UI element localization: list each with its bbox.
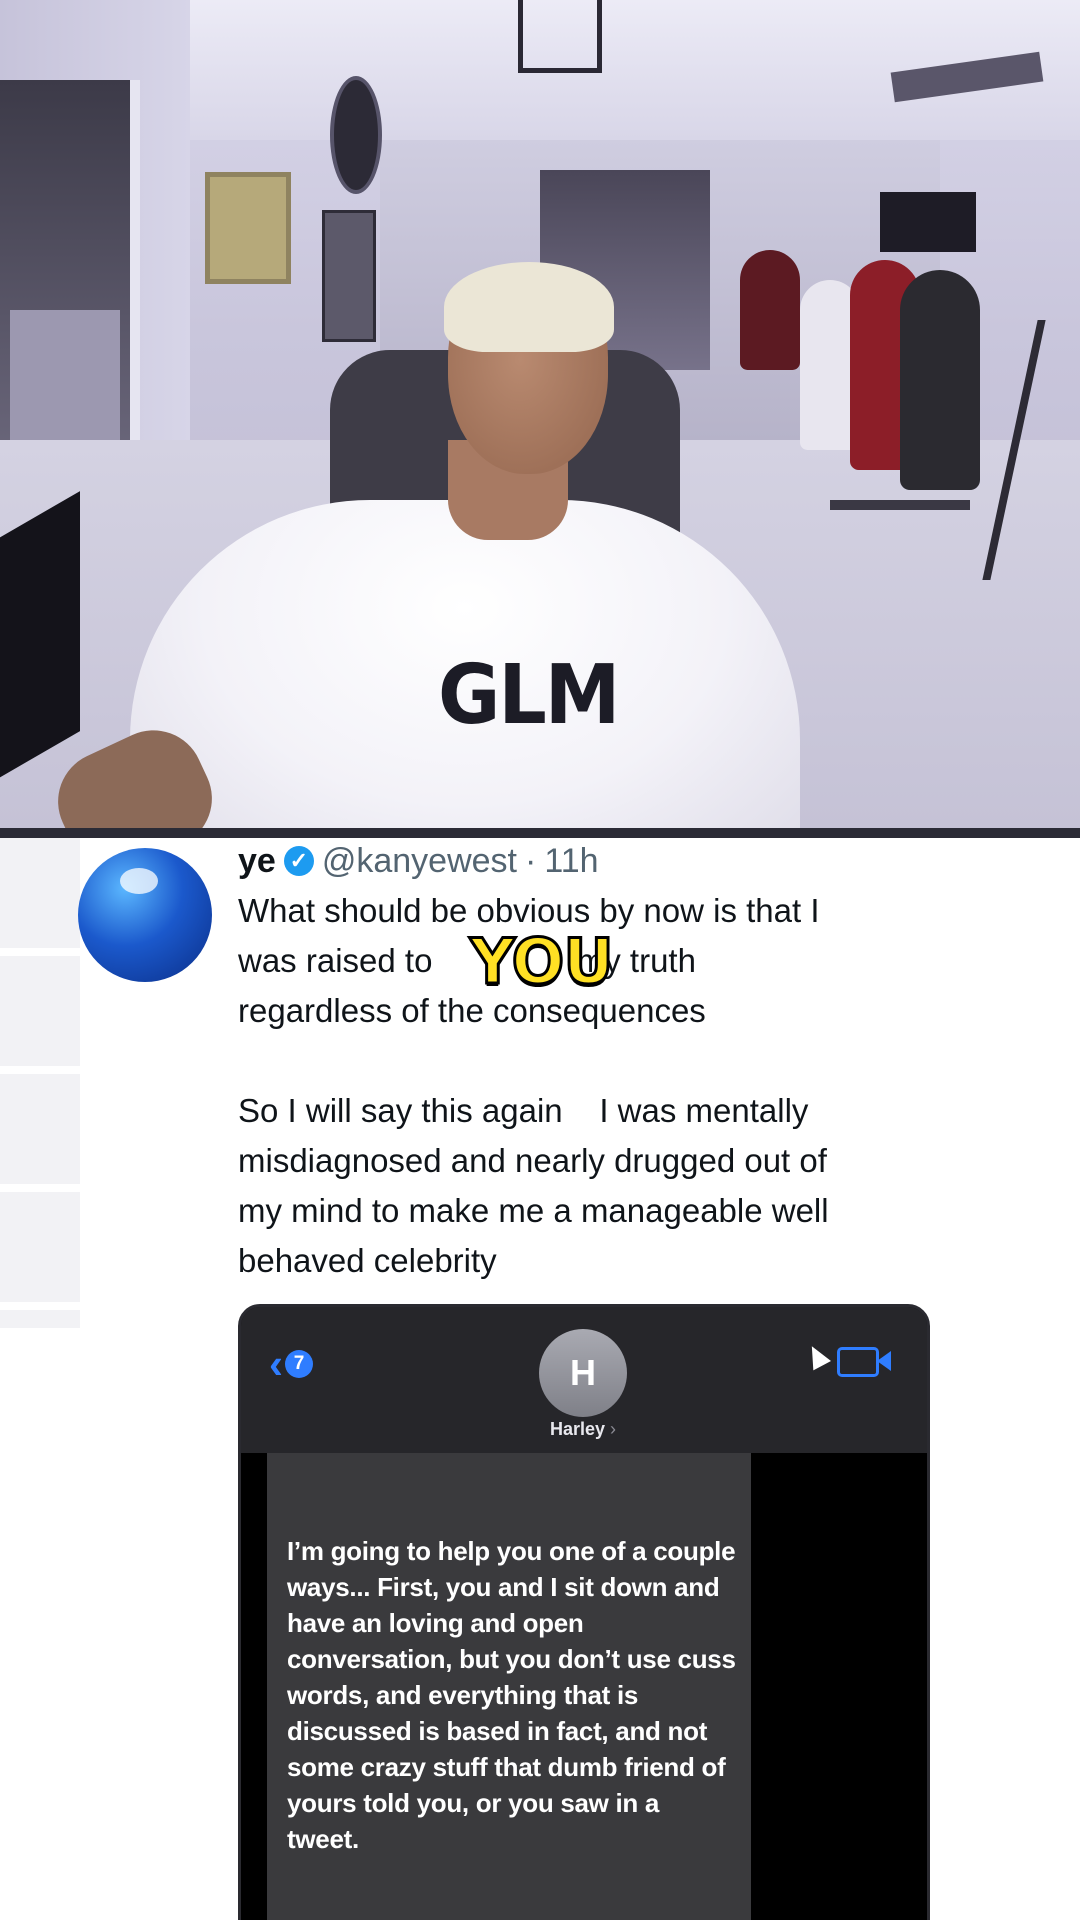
back-button[interactable]: ‹ 7 <box>269 1343 313 1385</box>
tweet-line: regardless of the consequences <box>238 992 706 1029</box>
wall-clock <box>330 76 382 194</box>
wall-tv <box>880 192 976 252</box>
award-plaque <box>205 172 291 284</box>
chevron-right-icon: › <box>610 1419 617 1439</box>
tweet-line: What should be obvious by now is that I <box>238 892 820 929</box>
tweet-separator: · <box>524 841 537 880</box>
left-gutter <box>0 838 80 1328</box>
coat <box>900 270 980 490</box>
coat <box>740 250 800 370</box>
tweet-timestamp[interactable]: 11h <box>544 842 598 881</box>
clothes-rack <box>740 250 1000 550</box>
video-call-lens <box>877 1351 891 1371</box>
tweet-text: What should be obvious by now is that I … <box>238 886 998 1286</box>
screen: GLM ye ✓ @kanyewest · 11h What should be… <box>0 0 1080 1920</box>
chevron-left-icon: ‹ <box>269 1340 283 1387</box>
tweet-line: was raised to my truth <box>238 936 998 986</box>
video-caption: YOU <box>469 924 616 1000</box>
tweet-line: So I will say this again I was mentally <box>238 1092 809 1129</box>
verified-check-icon: ✓ <box>283 846 314 876</box>
tweet-line: behaved celebrity <box>238 1242 497 1279</box>
message-text: I’m going to help you one of a couple wa… <box>287 1536 736 1854</box>
ceiling-light <box>518 0 602 73</box>
video-call-icon[interactable] <box>837 1347 879 1377</box>
divider <box>0 828 1080 838</box>
tweet-author-name[interactable]: ye <box>238 842 276 881</box>
messages-header: ‹ 7 H Harley › <box>241 1307 927 1453</box>
avatar-highlight <box>120 868 158 894</box>
contact-name[interactable]: Harley › <box>501 1419 665 1440</box>
shirt-logo: GLM <box>438 646 620 743</box>
cursor-icon <box>803 1341 831 1371</box>
contact-name-label: Harley <box>549 1419 606 1439</box>
person-hair <box>444 262 614 352</box>
tweet-line: my mind to make me a manageable well <box>238 1192 829 1229</box>
window <box>0 80 140 500</box>
unread-badge: 7 <box>285 1350 313 1378</box>
tweet-media-image[interactable]: ‹ 7 H Harley › I’m going to help you one… <box>238 1304 930 1920</box>
tweet-header: ye ✓ @kanyewest · 11h <box>238 838 599 884</box>
tweet-line-start: was raised to <box>238 942 442 979</box>
wall-picture <box>322 210 376 342</box>
webcam-video[interactable]: GLM <box>0 0 1080 828</box>
tweet-author-handle[interactable]: @kanyewest <box>322 842 517 881</box>
message-thread: I’m going to help you one of a couple wa… <box>241 1453 927 1920</box>
rack-base <box>830 500 970 510</box>
contact-avatar[interactable]: H <box>539 1329 627 1417</box>
message-bubble: I’m going to help you one of a couple wa… <box>267 1453 751 1920</box>
tweet-line: misdiagnosed and nearly drugged out of <box>238 1142 827 1179</box>
